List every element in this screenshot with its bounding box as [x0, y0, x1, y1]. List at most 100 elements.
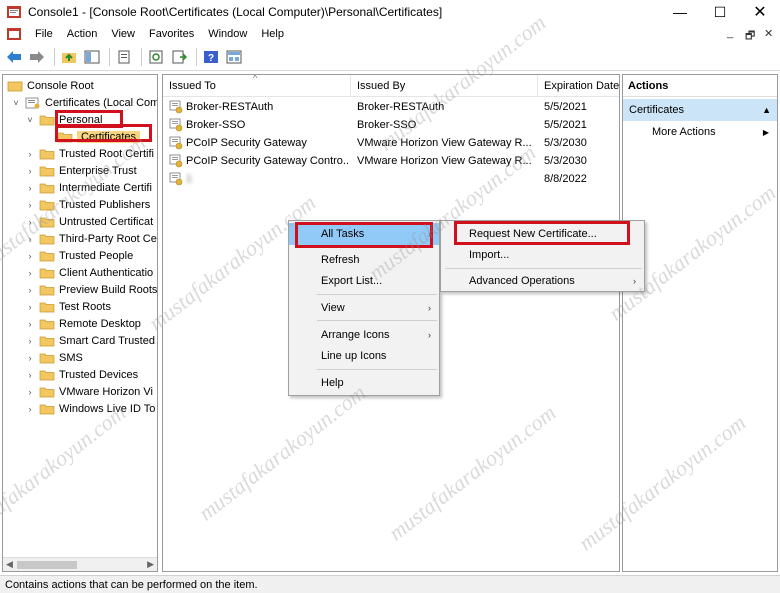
mdi-close-button[interactable]: ✕ [764, 27, 773, 40]
menu-item-import[interactable]: Import... [441, 244, 644, 266]
tree-item[interactable]: › VMware Horizon Vi [25, 383, 153, 400]
scroll-right-icon[interactable]: ▶ [147, 559, 154, 570]
tree-item[interactable]: › Smart Card Trusted [25, 332, 155, 349]
up-folder-icon[interactable] [59, 47, 79, 67]
table-row[interactable]: PCoIP Security Gateway VMware Horizon Vie… [163, 134, 619, 152]
expiration-text: 5/5/2021 [544, 119, 587, 131]
chevron-right-icon[interactable]: › [25, 234, 35, 244]
menu-file[interactable]: File [28, 28, 60, 40]
tree-horizontal-scrollbar[interactable]: ◀ ▶ [3, 557, 157, 571]
chevron-right-icon[interactable]: › [25, 370, 35, 380]
chevron-right-icon[interactable]: › [25, 319, 35, 329]
folder-icon [39, 285, 55, 295]
collapse-up-icon[interactable]: ▲ [762, 105, 771, 115]
tree-item[interactable]: ˅ Personal [25, 111, 102, 128]
back-arrow-icon[interactable] [4, 47, 24, 67]
cell-issued-to: Broker-SSO [169, 116, 349, 134]
all-tasks-submenu: Request New Certificate... Import... Adv… [440, 220, 645, 292]
chevron-right-icon[interactable]: › [25, 387, 35, 397]
menu-action[interactable]: Action [60, 28, 105, 40]
tree-item[interactable]: Certificates [43, 128, 141, 145]
chevron-right-icon[interactable]: › [25, 251, 35, 261]
tree-item[interactable]: › Third-Party Root Ce [25, 230, 157, 247]
chevron-down-icon[interactable]: ˅ [25, 115, 35, 125]
folder-icon [39, 370, 55, 380]
chevron-right-icon[interactable]: › [25, 302, 35, 312]
menu-separator [317, 369, 437, 370]
tree-item[interactable]: › Trusted Devices [25, 366, 139, 383]
menu-item-arrange-icons[interactable]: Arrange Icons › [289, 324, 439, 346]
folder-icon [57, 132, 73, 142]
scrollbar-thumb[interactable] [17, 561, 77, 569]
menu-item-advanced-operations[interactable]: Advanced Operations › [441, 270, 644, 292]
tree-item[interactable]: › Trusted Publishers [25, 196, 151, 213]
show-hide-tree-icon[interactable] [82, 47, 102, 67]
chevron-right-icon[interactable]: › [25, 149, 35, 159]
close-button[interactable]: ✕ [740, 0, 780, 24]
clipboard-icon[interactable] [114, 47, 134, 67]
chevron-right-icon[interactable]: › [25, 285, 35, 295]
tree-item[interactable]: › Preview Build Roots [25, 281, 158, 298]
column-issued-by[interactable]: Issued By [351, 75, 538, 97]
maximize-button[interactable]: ☐ [700, 0, 740, 24]
actions-section-label: Certificates [629, 104, 685, 116]
tree-item[interactable]: › Client Authenticatio [25, 264, 154, 281]
menu-item-view[interactable]: View › [289, 297, 439, 319]
menu-item-refresh[interactable]: Refresh [289, 249, 439, 271]
chevron-right-icon[interactable]: › [25, 200, 35, 210]
tree-item[interactable]: › Trusted Root Certifi [25, 145, 154, 162]
cell-issued-to: PCoIP Security Gateway Contro... [169, 152, 349, 170]
tree-item[interactable]: Console Root [7, 77, 94, 94]
menu-item-all-tasks[interactable]: All Tasks › [289, 223, 439, 245]
properties-view-icon[interactable] [224, 47, 244, 67]
actions-section-certificates[interactable]: Certificates ▲ [623, 99, 777, 121]
tree-item[interactable]: › Untrusted Certificat [25, 213, 154, 230]
refresh-icon[interactable] [146, 47, 166, 67]
forward-arrow-icon[interactable] [27, 47, 47, 67]
more-actions-label: More Actions [652, 126, 716, 138]
tree-item[interactable]: › SMS [25, 349, 83, 366]
chevron-right-icon[interactable]: › [25, 268, 35, 278]
folder-icon [39, 319, 55, 329]
menu-item-help[interactable]: Help [289, 372, 439, 394]
column-issued-to[interactable]: Issued To ^ [163, 75, 351, 97]
column-expiration-date[interactable]: Expiration Date [538, 75, 619, 97]
menu-help[interactable]: Help [254, 28, 291, 40]
table-row[interactable]: 1 8/8/2022 [163, 170, 619, 188]
chevron-down-icon[interactable]: ˅ [11, 98, 21, 108]
tree-item[interactable]: › Windows Live ID To [25, 400, 156, 417]
chevron-right-icon[interactable]: › [25, 353, 35, 363]
tree-item[interactable]: › Test Roots [25, 298, 111, 315]
menu-item-export-list[interactable]: Export List... [289, 270, 439, 292]
tree-item[interactable]: ˅ Certificates (Local Com [11, 94, 157, 111]
menu-item-line-up-icons[interactable]: Line up Icons [289, 345, 439, 367]
chevron-right-icon[interactable]: › [25, 217, 35, 227]
minimize-button[interactable]: — [660, 0, 700, 24]
console-menu-icon[interactable] [6, 27, 22, 41]
issued-to-text: PCoIP Security Gateway [186, 137, 307, 149]
mdi-minimize-button[interactable]: _ [727, 27, 733, 39]
console-tree[interactable]: Console Root ˅ Certificates (Local Com ˅ Per… [2, 74, 158, 572]
chevron-right-icon[interactable]: › [25, 183, 35, 193]
help-icon[interactable]: ? [201, 47, 221, 67]
menu-window[interactable]: Window [201, 28, 254, 40]
tree-item[interactable]: › Remote Desktop [25, 315, 141, 332]
tree-item[interactable]: › Enterprise Trust [25, 162, 137, 179]
cell-expiration-date: 5/3/2030 [544, 134, 618, 152]
menu-favorites[interactable]: Favorites [142, 28, 201, 40]
menu-view[interactable]: View [104, 28, 142, 40]
tree-item[interactable]: › Trusted People [25, 247, 134, 264]
tree-item[interactable]: › Intermediate Certifi [25, 179, 152, 196]
more-actions-item[interactable]: More Actions ▶ [623, 121, 777, 143]
chevron-right-icon[interactable]: › [25, 336, 35, 346]
export-list-icon[interactable] [169, 47, 189, 67]
table-row[interactable]: Broker-SSO Broker-SSO 5/5/2021 [163, 116, 619, 134]
chevron-right-icon[interactable]: › [25, 404, 35, 414]
issued-to-text: PCoIP Security Gateway Contro... [186, 155, 349, 167]
chevron-right-icon[interactable]: › [25, 166, 35, 176]
scroll-left-icon[interactable]: ◀ [6, 559, 13, 570]
menu-item-request-new-certificate[interactable]: Request New Certificate... [441, 223, 644, 245]
table-row[interactable]: Broker-RESTAuth Broker-RESTAuth 5/5/2021 [163, 98, 619, 116]
tree-item-label: Trusted People [59, 249, 134, 262]
table-row[interactable]: PCoIP Security Gateway Contro... VMware H… [163, 152, 619, 170]
